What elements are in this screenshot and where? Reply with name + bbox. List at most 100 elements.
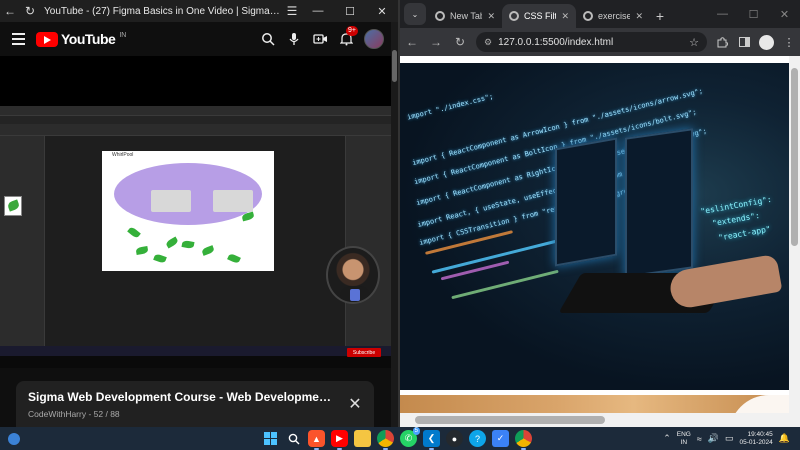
address-bar[interactable]: ⚙ 127.0.0.1:5500/index.html ☆ [476, 32, 707, 52]
chrome-tab-bar: ⌄ New Tab ✕ CSS Filte ✕ exercise ✕ + — ☐… [400, 0, 800, 28]
file-explorer-icon[interactable] [354, 430, 371, 447]
close-icon[interactable]: ✕ [561, 11, 569, 22]
subscribe-button[interactable]: Subscribe [347, 348, 381, 357]
figma-canvas: WhirlPool [46, 136, 345, 346]
new-tab-button[interactable]: + [650, 5, 670, 27]
notification-bell-icon[interactable]: 🔔 [779, 433, 790, 444]
chevron-up-icon[interactable]: ⌃ [663, 433, 671, 444]
back-arrow-icon[interactable]: ← [0, 0, 20, 22]
close-icon[interactable]: ✕ [635, 11, 643, 22]
maximize-button[interactable]: ☐ [334, 0, 366, 22]
app-menu-icon[interactable]: ☰ [282, 0, 302, 22]
figma-layer-thumbnail [4, 196, 22, 216]
leaf-icon [181, 240, 195, 249]
video-taskbar [0, 346, 391, 356]
microphone-icon[interactable] [286, 31, 302, 47]
tab-search-icon[interactable]: ⌄ [404, 3, 426, 25]
profile-avatar[interactable] [759, 34, 774, 50]
whatsapp-icon[interactable]: ✆ 5 [400, 427, 420, 447]
reload-icon[interactable]: ↻ [20, 0, 40, 22]
chrome-horizontal-scroll-thumb[interactable] [415, 416, 605, 424]
playlist-panel[interactable]: Sigma Web Development Course - Web Devel… [16, 381, 374, 427]
side-panel-icon[interactable] [733, 30, 755, 54]
forward-arrow-icon[interactable]: → [424, 30, 448, 54]
windows-start-icon[interactable] [262, 430, 279, 447]
chrome-icon [435, 11, 445, 21]
tab-css-filter[interactable]: CSS Filte ✕ [502, 4, 576, 28]
youtube-app-icon[interactable]: ▶ [331, 430, 348, 450]
close-window-button[interactable]: ✕ [366, 0, 398, 22]
close-icon[interactable]: ✕ [487, 11, 495, 22]
video-lower-area [0, 356, 391, 368]
playlist-title[interactable]: Sigma Web Development Course - Web Devel… [28, 390, 338, 404]
monitor-left [555, 137, 617, 267]
clock-time: 19:40:45 [747, 430, 773, 438]
shirt-logo-icon [350, 289, 360, 301]
github-icon[interactable]: ● [446, 430, 463, 447]
youtube-header-actions: 9+ [260, 26, 398, 49]
url-text[interactable]: 127.0.0.1:5500/index.html [498, 37, 683, 48]
globe-icon [583, 11, 593, 21]
puzzle-icon[interactable] [711, 30, 733, 54]
leaf-icon [165, 236, 179, 249]
reload-icon[interactable]: ↻ [448, 30, 472, 54]
region-code: IN [680, 438, 688, 446]
site-info-icon[interactable]: ⚙ [484, 37, 492, 48]
figma-layers-panel [0, 136, 45, 346]
search-icon[interactable] [285, 430, 302, 447]
figma-properties-panel [345, 136, 391, 346]
bell-icon[interactable]: 9+ [338, 26, 358, 47]
youtube-titlebar: ← ↻ YouTube - (27) Figma Basics in One V… [0, 0, 398, 22]
tab-new-tab[interactable]: New Tab ✕ [428, 4, 502, 28]
youtube-logo-country: IN [119, 31, 127, 39]
youtube-scrollbar[interactable] [391, 22, 398, 427]
figma-tab-strip [0, 116, 391, 124]
youtube-scroll-thumb[interactable] [392, 50, 397, 82]
system-tray: ⌃ ENG IN ≈ 🔊 ▭ 19:40:45 05-01-2024 🔔 [663, 427, 800, 450]
tab-label: CSS Filte [524, 11, 556, 21]
glowing-code-bar [451, 269, 559, 300]
clock[interactable]: 19:40:45 05-01-2024 [740, 431, 773, 447]
chrome-icon[interactable] [377, 430, 394, 450]
minimize-button[interactable]: — [707, 0, 738, 28]
back-arrow-icon[interactable]: ← [400, 30, 424, 54]
weather-widget[interactable] [4, 427, 24, 450]
youtube-logo[interactable]: YouTube IN [36, 31, 126, 47]
close-window-button[interactable]: ✕ [769, 0, 800, 28]
create-video-icon[interactable] [312, 31, 328, 47]
brave-browser-icon[interactable]: ▲ [308, 430, 325, 450]
leaf-icon [6, 199, 21, 212]
avatar[interactable] [364, 29, 384, 49]
taskbar-apps: ▲ ▶ ✆ 5 ❮ ● ? ✓ [262, 427, 532, 450]
close-icon[interactable]: ✕ [346, 395, 364, 413]
video-player[interactable]: WhirlPool Subscribe [0, 56, 391, 368]
video-frame: WhirlPool [0, 106, 391, 368]
chrome-icon[interactable] [515, 430, 532, 450]
figma-ellipse [114, 163, 262, 225]
leaf-icon [135, 246, 149, 255]
help-icon[interactable]: ? [469, 430, 486, 447]
minimize-button[interactable]: — [302, 0, 334, 22]
youtube-window: ← ↻ YouTube - (27) Figma Basics in One V… [0, 0, 398, 427]
hamburger-icon[interactable] [0, 22, 36, 56]
chrome-vertical-scroll-thumb[interactable] [791, 68, 798, 246]
playlist-channel-progress: CodeWithHarry - 52 / 88 [28, 409, 120, 419]
volume-icon[interactable]: 🔊 [708, 433, 719, 444]
language-indicator[interactable]: ENG IN [677, 431, 691, 447]
star-icon[interactable]: ☆ [689, 36, 699, 49]
search-icon[interactable] [260, 31, 276, 47]
chrome-vertical-scrollbar[interactable] [789, 56, 800, 413]
chrome-window: ⌄ New Tab ✕ CSS Filte ✕ exercise ✕ + — ☐… [400, 0, 800, 427]
vscode-icon[interactable]: ❮ [423, 430, 440, 450]
chrome-menu-icon[interactable]: ⋮ [778, 30, 800, 54]
youtube-play-icon [36, 31, 58, 47]
tab-exercise[interactable]: exercise ✕ [576, 4, 650, 28]
figma-browser-bar [0, 106, 391, 116]
todo-check-icon[interactable]: ✓ [492, 430, 509, 447]
chrome-horizontal-scrollbar[interactable] [400, 413, 800, 427]
maximize-button[interactable]: ☐ [738, 0, 769, 28]
figma-card-left [151, 190, 191, 212]
battery-icon[interactable]: ▭ [725, 433, 734, 444]
wifi-icon[interactable]: ≈ [697, 434, 702, 444]
figma-card-right [213, 190, 253, 212]
